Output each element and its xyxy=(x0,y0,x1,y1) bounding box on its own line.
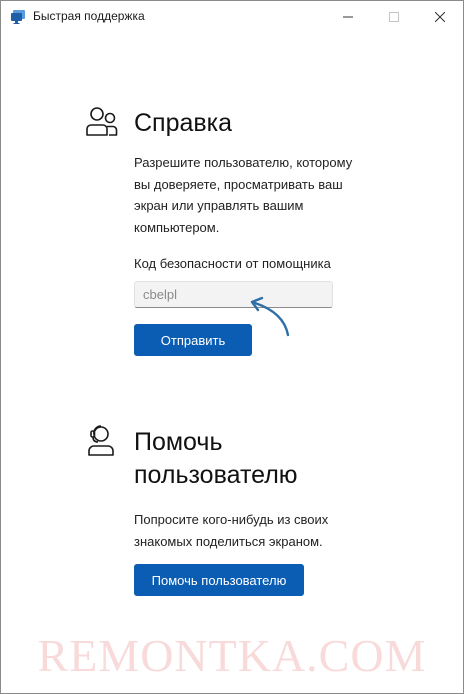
security-code-input[interactable] xyxy=(134,281,333,308)
minimize-icon xyxy=(343,16,353,17)
quick-assist-window: Быстрая поддержка Справка Разрешите поль… xyxy=(0,0,464,694)
maximize-icon xyxy=(389,11,399,22)
watermark: REMONTKA.COM xyxy=(37,630,427,681)
help-someone-button[interactable]: Помочь пользователю xyxy=(134,564,304,596)
window-title: Быстрая поддержка xyxy=(33,9,145,23)
security-code-label: Код безопасности от помощника xyxy=(134,256,331,271)
close-button[interactable] xyxy=(417,1,463,32)
close-icon xyxy=(435,11,445,22)
quick-assist-icon xyxy=(10,9,26,25)
give-help-description: Попросите кого-нибудь из своих знакомых … xyxy=(134,512,329,549)
title-bar[interactable]: Быстрая поддержка xyxy=(1,1,463,32)
submit-button[interactable]: Отправить xyxy=(134,324,252,356)
person-headset-icon xyxy=(84,423,118,457)
annotation-arrow-icon xyxy=(250,296,290,337)
get-help-description: Разрешите пользователю, которому вы дове… xyxy=(134,155,353,235)
maximize-button[interactable] xyxy=(371,1,417,32)
people-icon xyxy=(84,105,118,139)
give-help-heading: Помочь пользователю xyxy=(134,428,298,489)
get-help-heading: Справка xyxy=(134,109,233,137)
minimize-button[interactable] xyxy=(325,1,371,32)
